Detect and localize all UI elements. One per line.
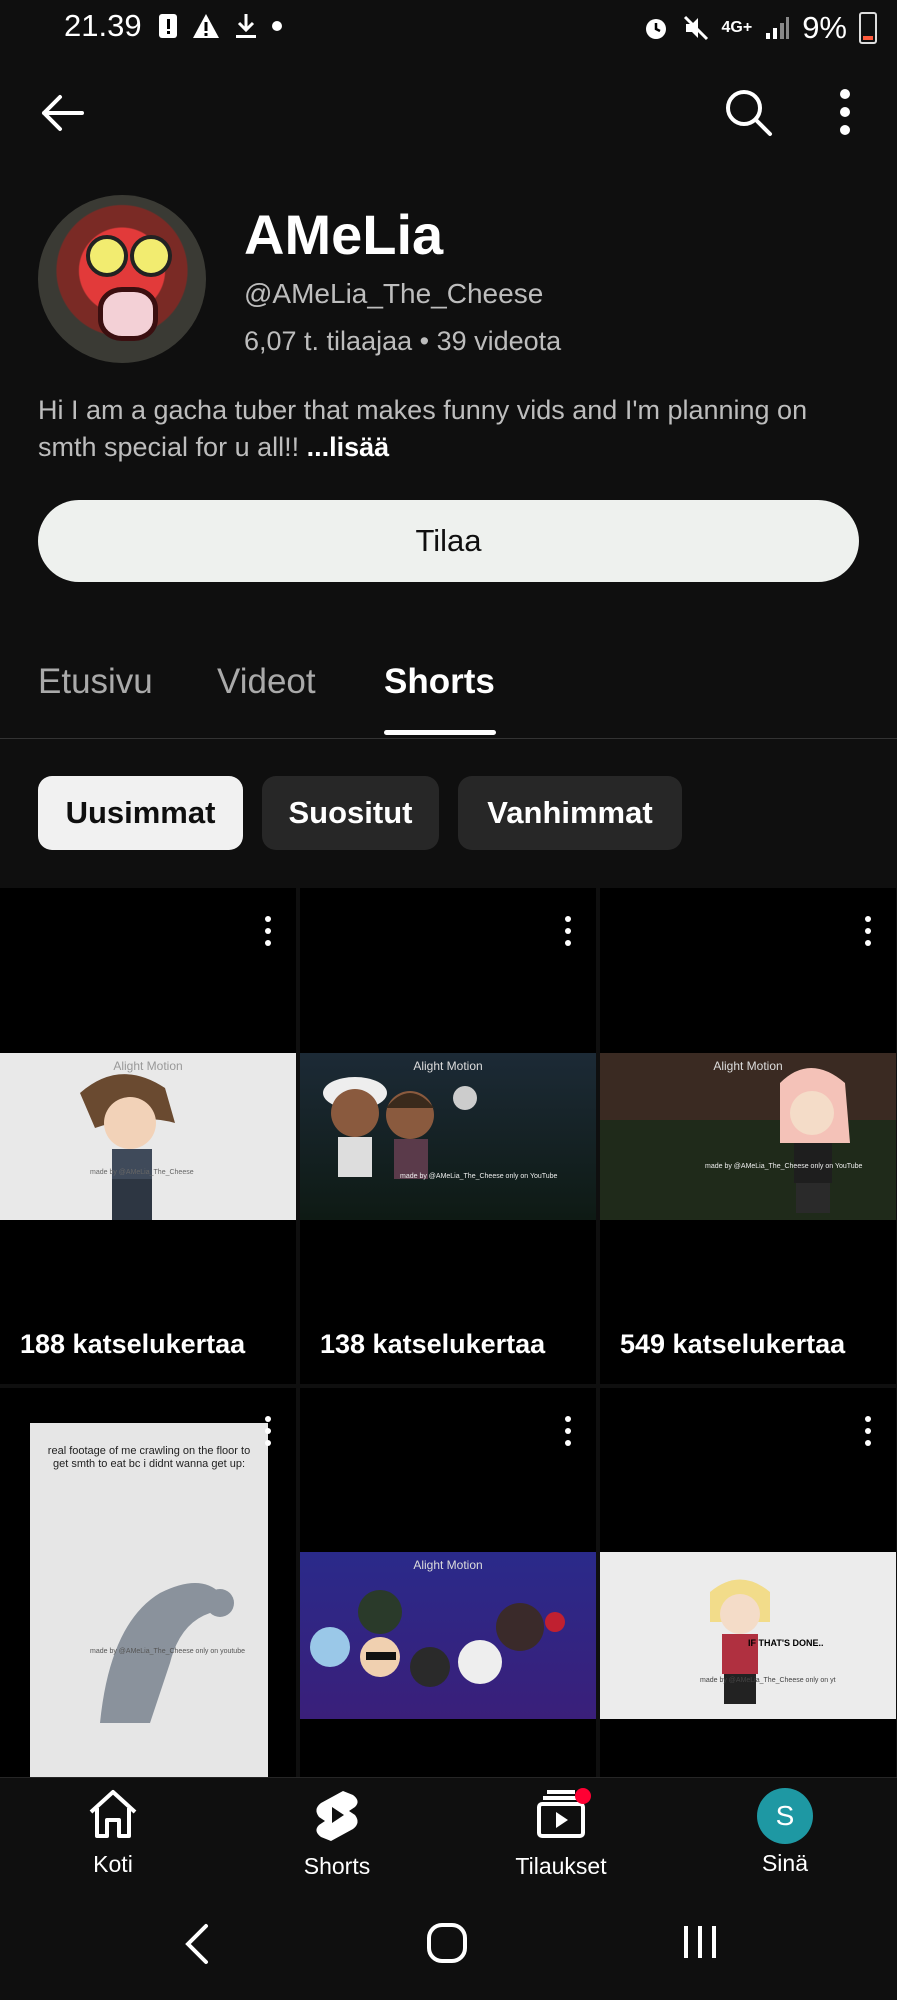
thumbnail-watermark: Alight Motion [113,1059,183,1073]
short-item[interactable]: Alight Motion made by @AMeLia_The_Cheese… [300,888,596,1384]
channel-handle: @AMeLia_The_Cheese [244,278,544,309]
short-thumbnail: real footage of me crawling on the floor… [30,1423,268,1777]
mute-icon [683,15,708,41]
gacha-character [80,1074,175,1220]
system-navigation-bar [0,1890,897,2000]
channel-description[interactable]: Hi I am a gacha tuber that makes funny v… [38,392,858,466]
short-thumbnail: Alight Motion made by @AMeLia_The_Cheese… [600,1053,896,1220]
channel-tabs: Etusivu Videot Shorts [0,650,897,739]
channel-stats: 6,07 t. tilaajaa • 39 videota [244,326,562,356]
filter-chip-newest[interactable]: Uusimmat [38,776,243,850]
nav-home[interactable]: Koti [38,1788,188,1878]
battery-icon [859,12,877,44]
arrow-left-icon [42,95,84,131]
thumbnail-credit: made by @AMeLia_The_Cheese only on YouTu… [705,1163,863,1170]
search-button[interactable] [720,84,776,140]
gacha-group [310,1590,565,1687]
gacha-characters [323,1077,477,1179]
system-back-icon[interactable] [182,1922,212,1966]
thumbnail-credit: made by @AMeLia_The_Cheese only on yt [700,1677,836,1684]
channel-name: AMeLia [244,203,444,266]
more-vert-icon[interactable] [262,1414,274,1448]
thumbnail-watermark: Alight Motion [713,1059,783,1073]
short-thumbnail: IF THAT'S DONE.. made by @AMeLia_The_Che… [600,1552,896,1719]
tab-home[interactable]: Etusivu [38,662,153,702]
description-more-link[interactable]: ...lisää [307,432,390,462]
channel-avatar[interactable] [38,195,206,363]
nav-you[interactable]: S Sinä [710,1788,860,1877]
nav-you-label: Sinä [761,1850,809,1876]
more-options-button[interactable] [830,84,860,140]
warning-icon [193,14,219,38]
nav-shorts-label: Shorts [303,1853,371,1879]
short-item[interactable]: IF THAT'S DONE.. made by @AMeLia_The_Che… [600,1388,896,1777]
alert-badge-icon [159,14,177,38]
more-vert-icon[interactable] [862,914,874,948]
thumbnail-watermark: Alight Motion [413,1558,483,1572]
thumbnail-caption: IF THAT'S DONE.. [748,1638,824,1648]
active-tab-indicator [384,730,496,735]
description-text: Hi I am a gacha tuber that makes funny v… [38,395,808,462]
home-icon [89,1790,137,1838]
thumbnail-credit: made by @AMeLia_The_Cheese only on YouTu… [400,1173,558,1180]
more-vert-icon[interactable] [262,914,274,948]
subscriptions-icon [537,1788,591,1838]
system-recents-icon[interactable] [680,1922,720,1962]
status-bar: 21.39 4G+ 9% [0,0,897,56]
thumbnail-watermark: Alight Motion [413,1059,483,1073]
more-vert-icon[interactable] [862,1414,874,1448]
user-avatar: S [757,1788,813,1844]
nav-home-label: Koti [93,1851,133,1877]
short-views: 549 katselukertaa [620,1329,846,1359]
gacha-character [780,1068,850,1213]
search-icon [726,90,772,136]
short-views: 188 katselukertaa [20,1329,246,1359]
short-item[interactable]: Alight Motion [300,1388,596,1777]
network-type: 4G+ [721,19,753,36]
nav-subscriptions[interactable]: Tilaukset [486,1788,636,1880]
filter-chip-popular[interactable]: Suositut [262,776,439,850]
notification-dot [575,1788,591,1804]
filter-chip-oldest[interactable]: Vanhimmat [458,776,682,850]
top-app-bar [0,60,897,160]
tab-videos[interactable]: Videot [217,662,316,702]
bottom-navigation: Koti Shorts Tilaukset S Sinä [0,1777,897,1888]
more-vert-icon [840,89,850,135]
thumbnail-credit: made by @AMeLia_The_Cheese [90,1169,194,1176]
short-views: 138 katselukertaa [320,1329,546,1359]
short-item[interactable]: Alight Motion made by @AMeLia_The_Cheese… [600,888,896,1384]
status-time: 21.39 [64,8,142,43]
thumbnail-caption: real footage of me crawling on the floor… [47,1445,251,1470]
crawling-figure [100,1583,234,1723]
nav-shorts[interactable]: Shorts [262,1788,412,1880]
download-icon [236,14,256,38]
short-thumbnail: Alight Motion [300,1552,596,1719]
shorts-icon [316,1791,358,1841]
nav-subscriptions-label: Tilaukset [515,1853,607,1879]
battery-percent: 9% [802,10,847,45]
back-button[interactable] [36,88,96,138]
short-thumbnail: Alight Motion made by @AMeLia_The_Cheese… [300,1053,596,1220]
alarm-icon [645,19,666,39]
more-vert-icon[interactable] [562,1414,574,1448]
dot-icon [272,21,282,31]
short-item[interactable]: Alight Motion made by @AMeLia_The_Cheese… [0,888,296,1384]
short-item[interactable]: real footage of me crawling on the floor… [0,1388,296,1777]
tab-shorts[interactable]: Shorts [384,662,495,702]
subscribe-button[interactable]: Tilaa [38,500,859,582]
thumbnail-credit: made by @AMeLia_The_Cheese only on youtu… [90,1648,245,1655]
system-home-icon[interactable] [426,1922,468,1964]
signal-icon [766,17,790,39]
gacha-character [710,1579,770,1704]
short-thumbnail: Alight Motion made by @AMeLia_The_Cheese [0,1053,296,1220]
more-vert-icon[interactable] [562,914,574,948]
